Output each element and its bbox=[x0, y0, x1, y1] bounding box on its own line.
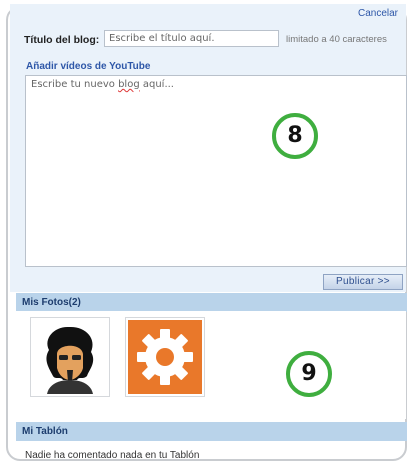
photo-gear-thumbnail[interactable] bbox=[125, 317, 205, 397]
photos-section-header: Mis Fotos(2) bbox=[16, 293, 407, 312]
gear-icon bbox=[128, 320, 202, 394]
photos-grid: 9 bbox=[10, 311, 406, 419]
cancel-link[interactable]: Cancelar bbox=[358, 8, 398, 19]
avatar-icon bbox=[33, 320, 107, 394]
editor-placeholder-word: blog bbox=[118, 79, 140, 90]
callout-8-badge: 8 bbox=[272, 113, 318, 159]
wall-section-header: Mi Tablón bbox=[16, 422, 407, 441]
editor-placeholder-end: aquí... bbox=[139, 79, 174, 90]
blog-compose-panel: Cancelar Título del blog: Escribe el tít… bbox=[10, 4, 407, 292]
blog-body-editor[interactable]: Escribe tu nuevo blog aquí... bbox=[25, 75, 407, 267]
publish-button[interactable]: Publicar >> bbox=[323, 274, 403, 290]
callout-9-badge: 9 bbox=[286, 351, 332, 397]
add-youtube-videos-link[interactable]: Añadir vídeos de YouTube bbox=[26, 61, 150, 72]
title-label: Título del blog: bbox=[24, 34, 100, 46]
editor-placeholder-start: Escribe tu nuevo bbox=[31, 79, 119, 90]
photo-avatar-thumbnail[interactable] bbox=[30, 317, 110, 397]
blog-title-input[interactable]: Escribe el título aquí. bbox=[104, 30, 279, 47]
wall-empty-message: Nadie ha comentado nada en tu Tablón bbox=[25, 450, 200, 461]
title-limit-hint: limitado a 40 caracteres bbox=[286, 34, 387, 45]
